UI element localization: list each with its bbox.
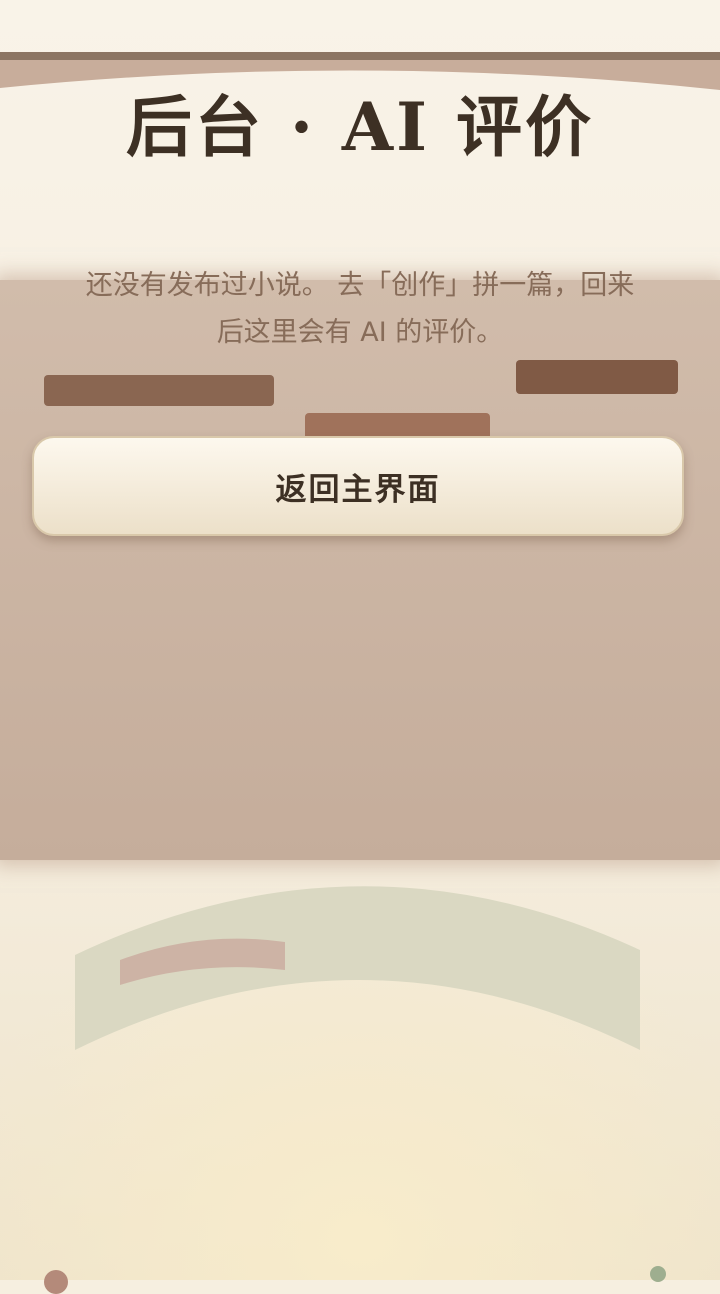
decorative-arc <box>75 886 640 1050</box>
page-title: 后台 · AI 评价 <box>126 88 594 166</box>
decor-dot <box>44 1270 68 1294</box>
back-to-main-button[interactable]: 返回主界面 <box>32 436 684 536</box>
empty-state-line-1: 还没有发布过小说。 去「创作」拼一篇，回来 <box>85 270 635 301</box>
back-to-main-label: 返回主界面 <box>275 471 441 508</box>
empty-state-message: 还没有发布过小说。 去「创作」拼一篇，回来 后这里会有 AI 的评价。 <box>40 262 680 356</box>
decor-bar <box>516 360 678 394</box>
header-strip <box>0 52 720 60</box>
empty-state-line-2: 后这里会有 AI 的评价。 <box>216 317 504 348</box>
decor-bar <box>44 375 274 406</box>
